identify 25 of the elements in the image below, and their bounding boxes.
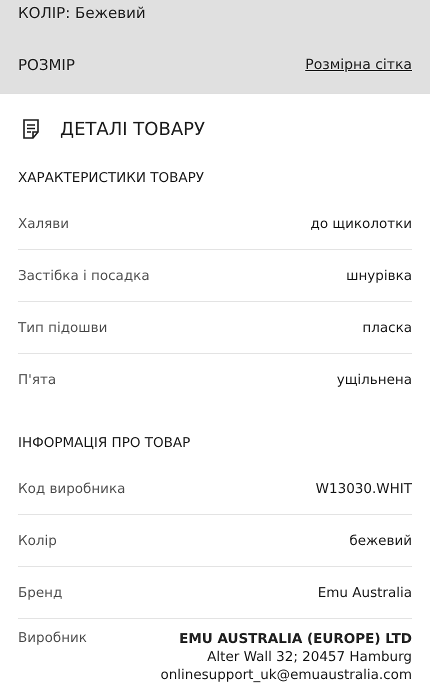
attribute-value: ущільнена bbox=[336, 370, 412, 388]
attribute-label: Халяви bbox=[18, 216, 70, 232]
attribute-value: пласка bbox=[362, 318, 412, 336]
attribute-label: Бренд bbox=[18, 584, 62, 600]
attribute-label: Колір bbox=[18, 532, 57, 548]
attribute-value: бежевий bbox=[349, 532, 412, 550]
attribute-label: Код виробника bbox=[18, 480, 126, 496]
attribute-label: Тип підошви bbox=[18, 320, 108, 336]
attribute-value: EMU AUSTRALIA (EUROPE) LTD bbox=[179, 630, 412, 648]
attribute-value: onlinesupport_uk@emuaustralia.com bbox=[160, 666, 412, 684]
attribute-label: Виробник bbox=[18, 630, 87, 646]
attribute-value: шнурівка bbox=[346, 266, 412, 284]
size-chart-link[interactable]: Розмірна сітка bbox=[305, 57, 412, 73]
attribute-value: Emu Australia bbox=[318, 584, 412, 602]
attribute-label: Застібка і посадка bbox=[18, 268, 150, 284]
size-label: РОЗМІР bbox=[18, 56, 75, 74]
attribute-value: W13030.WHIT bbox=[316, 480, 412, 498]
section-heading: ІНФОРМАЦІЯ ПРО ТОВАР bbox=[17, 434, 192, 453]
document-icon bbox=[22, 119, 40, 139]
attribute-value: Alter Wall 32; 20457 Hamburg bbox=[207, 648, 412, 666]
attribute-label: П'ята bbox=[18, 372, 56, 388]
section-heading: ХАРАКТЕРИСТИКИ ТОВАРУ bbox=[17, 169, 205, 188]
attribute-value: до щиколотки bbox=[310, 214, 412, 232]
color-label: КОЛІР: Бежевий bbox=[18, 4, 147, 22]
details-title: ДЕТАЛІ ТОВАРУ bbox=[60, 118, 205, 140]
